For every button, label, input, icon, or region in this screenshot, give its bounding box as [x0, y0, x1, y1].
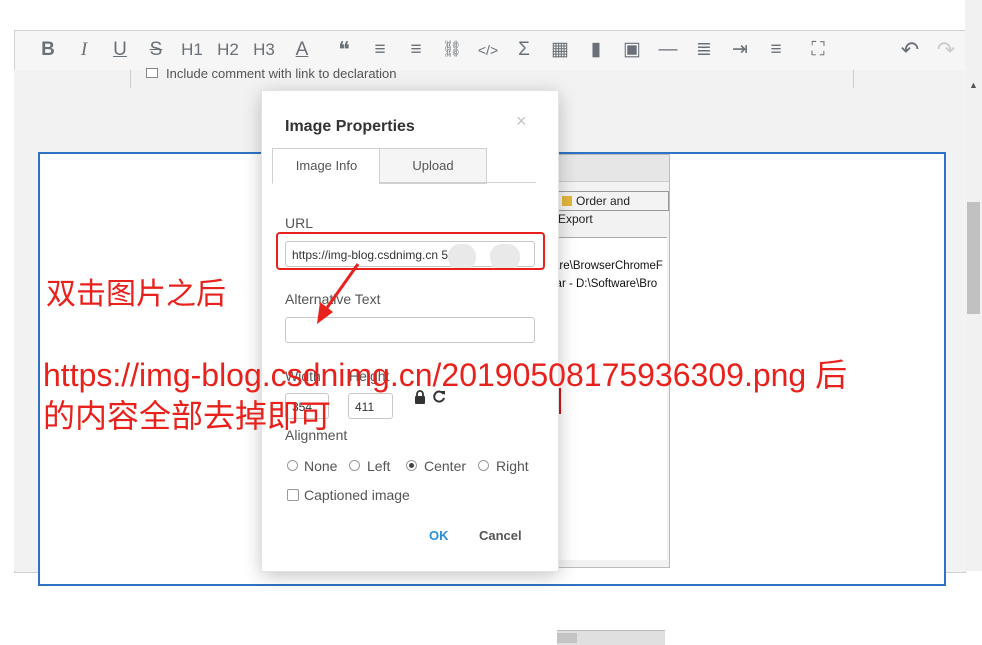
align-right-label: Right [496, 458, 529, 474]
close-icon[interactable]: × [516, 111, 527, 132]
ok-button[interactable]: OK [429, 528, 449, 543]
align-left-radio[interactable] [349, 460, 360, 471]
bulleted-list-button[interactable]: ≡ [402, 38, 430, 62]
align-center-label: Center [424, 458, 467, 474]
align-center-radio[interactable] [406, 460, 417, 471]
page-break-button[interactable]: ≣ [690, 38, 718, 62]
heading-3-button[interactable]: H3 [250, 38, 278, 62]
annotation-line-3: 的内容全部去掉即可 [43, 398, 332, 434]
align-none-label: None [304, 458, 338, 474]
list-style-button[interactable]: ≡ [762, 38, 790, 62]
align-none-radio[interactable] [287, 460, 298, 471]
page-scroll-thumb[interactable] [967, 202, 980, 314]
align-right-radio[interactable] [478, 460, 489, 471]
url-label: URL [285, 215, 314, 231]
strikethrough-button[interactable]: S [142, 38, 170, 62]
numbered-list-button[interactable]: ≡ [366, 38, 394, 62]
page-scrollbar[interactable]: ▲ [965, 0, 982, 571]
tab-upload[interactable]: Upload [379, 148, 487, 184]
code-button[interactable]: </> [474, 38, 502, 62]
heading-1-button[interactable]: H1 [178, 38, 206, 62]
indent-button[interactable]: ⇥ [726, 38, 754, 62]
page-top-strip [0, 0, 982, 30]
blockquote-button[interactable]: ❝ [330, 38, 358, 62]
embedded-list-line: are\BrowserChromeF [553, 260, 663, 272]
heading-2-button[interactable]: H2 [214, 38, 242, 62]
scroll-up-arrow-icon[interactable]: ▲ [969, 80, 978, 90]
embedded-order-export-button: Order and Export [557, 191, 669, 226]
behind-text-line: Include comment with link to declaration [166, 66, 397, 81]
table-button[interactable]: ▦ [546, 38, 574, 62]
underline-button[interactable]: U [106, 38, 134, 62]
tab-image-info[interactable]: Image Info [272, 148, 381, 184]
annotation-line-1: 双击图片之后 [46, 278, 226, 311]
redo-button[interactable]: ↷ [932, 38, 960, 62]
cancel-button[interactable]: Cancel [479, 528, 522, 543]
horizontal-rule-button[interactable]: ― [654, 38, 682, 62]
tab-divider [379, 182, 536, 183]
embedded-list-line: jar - D:\Software\Bro [553, 278, 658, 290]
fullscreen-button[interactable]: ⛶ [804, 38, 832, 62]
captioned-image-checkbox[interactable] [287, 489, 299, 501]
italic-button[interactable]: I [70, 38, 98, 62]
undo-button[interactable]: ↶ [896, 38, 924, 62]
image-properties-dialog: Image Properties × Image Info Upload URL… [262, 91, 558, 571]
embedded-scroll-thumb [557, 633, 577, 643]
height-input[interactable]: 411 [348, 393, 393, 419]
dialog-title: Image Properties [285, 118, 415, 135]
align-left-label: Left [367, 458, 391, 474]
link-button[interactable]: ⛓ [438, 38, 466, 62]
annotation-arrow-icon [317, 263, 360, 324]
font-color-button[interactable]: A [288, 38, 316, 62]
embedded-scrollbar [557, 630, 665, 645]
captioned-image-label: Captioned image [304, 487, 410, 503]
behind-checkbox [146, 68, 158, 78]
annotation-line-2: https://img-blog.csdnimg.cn/201905081759… [43, 357, 848, 393]
formula-button[interactable]: Σ [510, 38, 538, 62]
chart-button[interactable]: ▮ [582, 38, 610, 62]
order-export-icon [562, 196, 572, 206]
bold-button[interactable]: B [34, 38, 62, 62]
image-button[interactable]: ▣ [618, 38, 646, 62]
